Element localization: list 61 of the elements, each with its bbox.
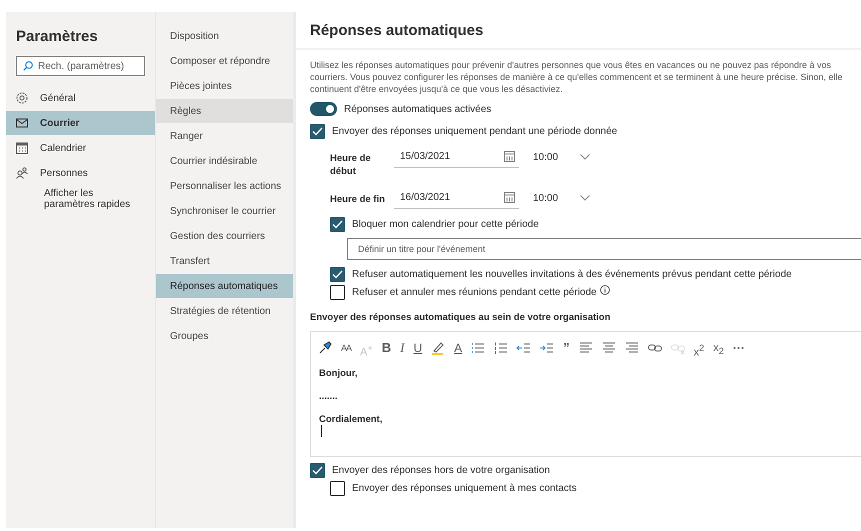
checkbox-label: Envoyer des réponses uniquement à mes contacts	[352, 483, 577, 494]
settings-category[interactable]: Stratégies de rétention	[156, 299, 293, 323]
italic-button[interactable]: I	[399, 340, 406, 356]
settings-category[interactable]: Ranger	[156, 124, 293, 148]
bold-button[interactable]: B	[380, 340, 392, 356]
settings-category[interactable]: Courrier indésirable	[156, 149, 293, 173]
quick-settings-link[interactable]: Afficher les paramètres rapides	[44, 188, 144, 210]
settings-category[interactable]: Gestion des courriers	[156, 224, 293, 248]
settings-title: Paramètres	[16, 28, 98, 45]
settings-category[interactable]: Pièces jointes	[156, 74, 293, 98]
checkbox-label: Bloquer mon calendrier pour cette période	[352, 219, 539, 230]
calendar-icon	[16, 142, 28, 154]
subscript-button[interactable]: x$_{2}$	[712, 340, 725, 356]
font-color-button[interactable]: A	[453, 340, 464, 356]
nav-item[interactable]: Calendrier	[6, 136, 155, 160]
font-size-button[interactable]: AA	[340, 340, 352, 356]
settings-category[interactable]: Règles	[156, 99, 293, 123]
time-label: Heure de fin	[330, 193, 386, 206]
section-heading: Envoyer des réponses automatiques au sein de votre organisation	[310, 312, 610, 323]
chevron-down-icon	[580, 154, 590, 160]
chevron-down-icon	[580, 195, 590, 201]
message-line: Cordialement,	[319, 414, 382, 425]
checkbox-label: Envoyer des réponses hors de votre organisation	[332, 465, 550, 476]
search-field[interactable]: Rech. (paramètres)	[16, 56, 145, 76]
nav-item[interactable]: Courrier	[6, 111, 155, 135]
checkbox-label: Refuser et annuler mes réunions pendant cette période	[352, 287, 597, 298]
description-text: Utilisez les réponses automatiques pour prévenir d'autres personnes que vous êtes en vacances ou ne pouvez pas répondre à vos courriers. Vous pouvez configurer les réponses de manière à ce qu'elles commencent et se terminent à une heure précise. Sinon, elle continuent d'être envoyées jusqu'à ce que vous les désactiviez.	[310, 59, 844, 95]
calendar-icon	[504, 151, 515, 162]
time-label: Heure de début	[330, 152, 372, 178]
checkbox-label: Refuser automatiquement les nouvelles invitations à des événements prévus pendant cette période	[352, 269, 792, 280]
message-line: .......	[319, 391, 338, 402]
quote-button[interactable]: ”	[562, 340, 571, 356]
event-title-field[interactable]: Définir un titre pour l'événement	[347, 238, 861, 260]
date-field[interactable]: 16/03/2021	[394, 187, 519, 209]
settings-category[interactable]: Groupes	[156, 324, 293, 348]
settings-category[interactable]: Disposition	[156, 24, 293, 48]
people-icon	[16, 167, 28, 179]
settings-category[interactable]: Transfert	[156, 249, 293, 273]
nav-item[interactable]: Personnes	[6, 161, 155, 185]
more-button[interactable]: ···	[732, 340, 746, 356]
panel-title: Réponses automatiques	[310, 22, 484, 38]
search-icon	[23, 61, 33, 71]
info-icon	[600, 284, 610, 294]
settings-category[interactable]: Synchroniser le courrier	[156, 199, 293, 223]
time-dropdown[interactable]: 10:00	[529, 146, 594, 168]
superscript-button[interactable]: x$^{2}$	[692, 340, 706, 356]
settings-category[interactable]: Personnaliser les actions	[156, 174, 293, 198]
toggle-label: Réponses automatiques activées	[344, 104, 492, 114]
nav-item[interactable]: Général	[6, 86, 155, 110]
date-field[interactable]: 15/03/2021	[394, 146, 519, 168]
underline-button[interactable]: U	[412, 340, 424, 356]
checkbox-label: Envoyer des réponses uniquement pendant une période donnée	[332, 126, 618, 137]
mail-icon	[16, 118, 28, 128]
text-cursor	[321, 425, 322, 437]
message-line: Bonjour,	[319, 368, 358, 379]
calendar-icon	[504, 192, 515, 203]
toggle-switch[interactable]	[310, 102, 337, 116]
settings-category[interactable]: Réponses automatiques	[156, 274, 293, 298]
gear-icon	[16, 92, 28, 104]
settings-category[interactable]: Composer et répondre	[156, 49, 293, 73]
time-dropdown[interactable]: 10:00	[529, 187, 594, 209]
